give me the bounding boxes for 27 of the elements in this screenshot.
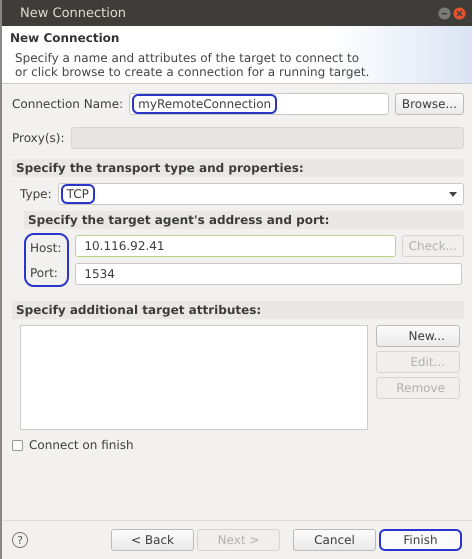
type-dropdown[interactable]: TCP xyxy=(58,183,464,205)
section-heading: Specify additional target attributes: xyxy=(12,301,464,319)
close-icon[interactable] xyxy=(453,6,466,20)
wizard-button[interactable]: Finish xyxy=(379,529,462,551)
page-title: New Connection xyxy=(10,31,120,45)
field-label: Proxy(s): xyxy=(12,131,65,145)
field-label: Port: xyxy=(30,266,59,280)
attribute-button[interactable]: New... xyxy=(376,325,460,347)
wizard-button[interactable]: Cancel xyxy=(293,529,376,551)
window-title: New Connection xyxy=(20,6,126,20)
section-heading: Specify the transport type and properties: xyxy=(12,159,464,177)
host-field[interactable]: 10.116.92.41 xyxy=(75,235,396,257)
port-field[interactable]: 1534 xyxy=(75,263,462,285)
minimize-icon[interactable] xyxy=(438,6,451,20)
checkbox[interactable] xyxy=(12,440,23,450)
caret-icon xyxy=(449,192,457,196)
attributes-list[interactable] xyxy=(20,325,368,430)
field-label: Type: xyxy=(20,187,52,201)
page-description: Specify a name and attributes of the target to connect to or click browse to create a connection for a running target. xyxy=(15,51,370,79)
browse-button[interactable]: Browse... xyxy=(394,93,464,115)
checkbox-label: Connect on finish xyxy=(29,438,134,452)
help-icon[interactable]: ? xyxy=(12,532,28,548)
connection-name-field[interactable]: myRemoteConnection xyxy=(129,93,389,115)
wizard-button[interactable]: < Back xyxy=(111,529,194,551)
section-heading: Specify the target agent's address and port: xyxy=(24,211,464,229)
field-label: Connection Name: xyxy=(12,97,124,111)
field-label: Host: xyxy=(30,240,62,254)
